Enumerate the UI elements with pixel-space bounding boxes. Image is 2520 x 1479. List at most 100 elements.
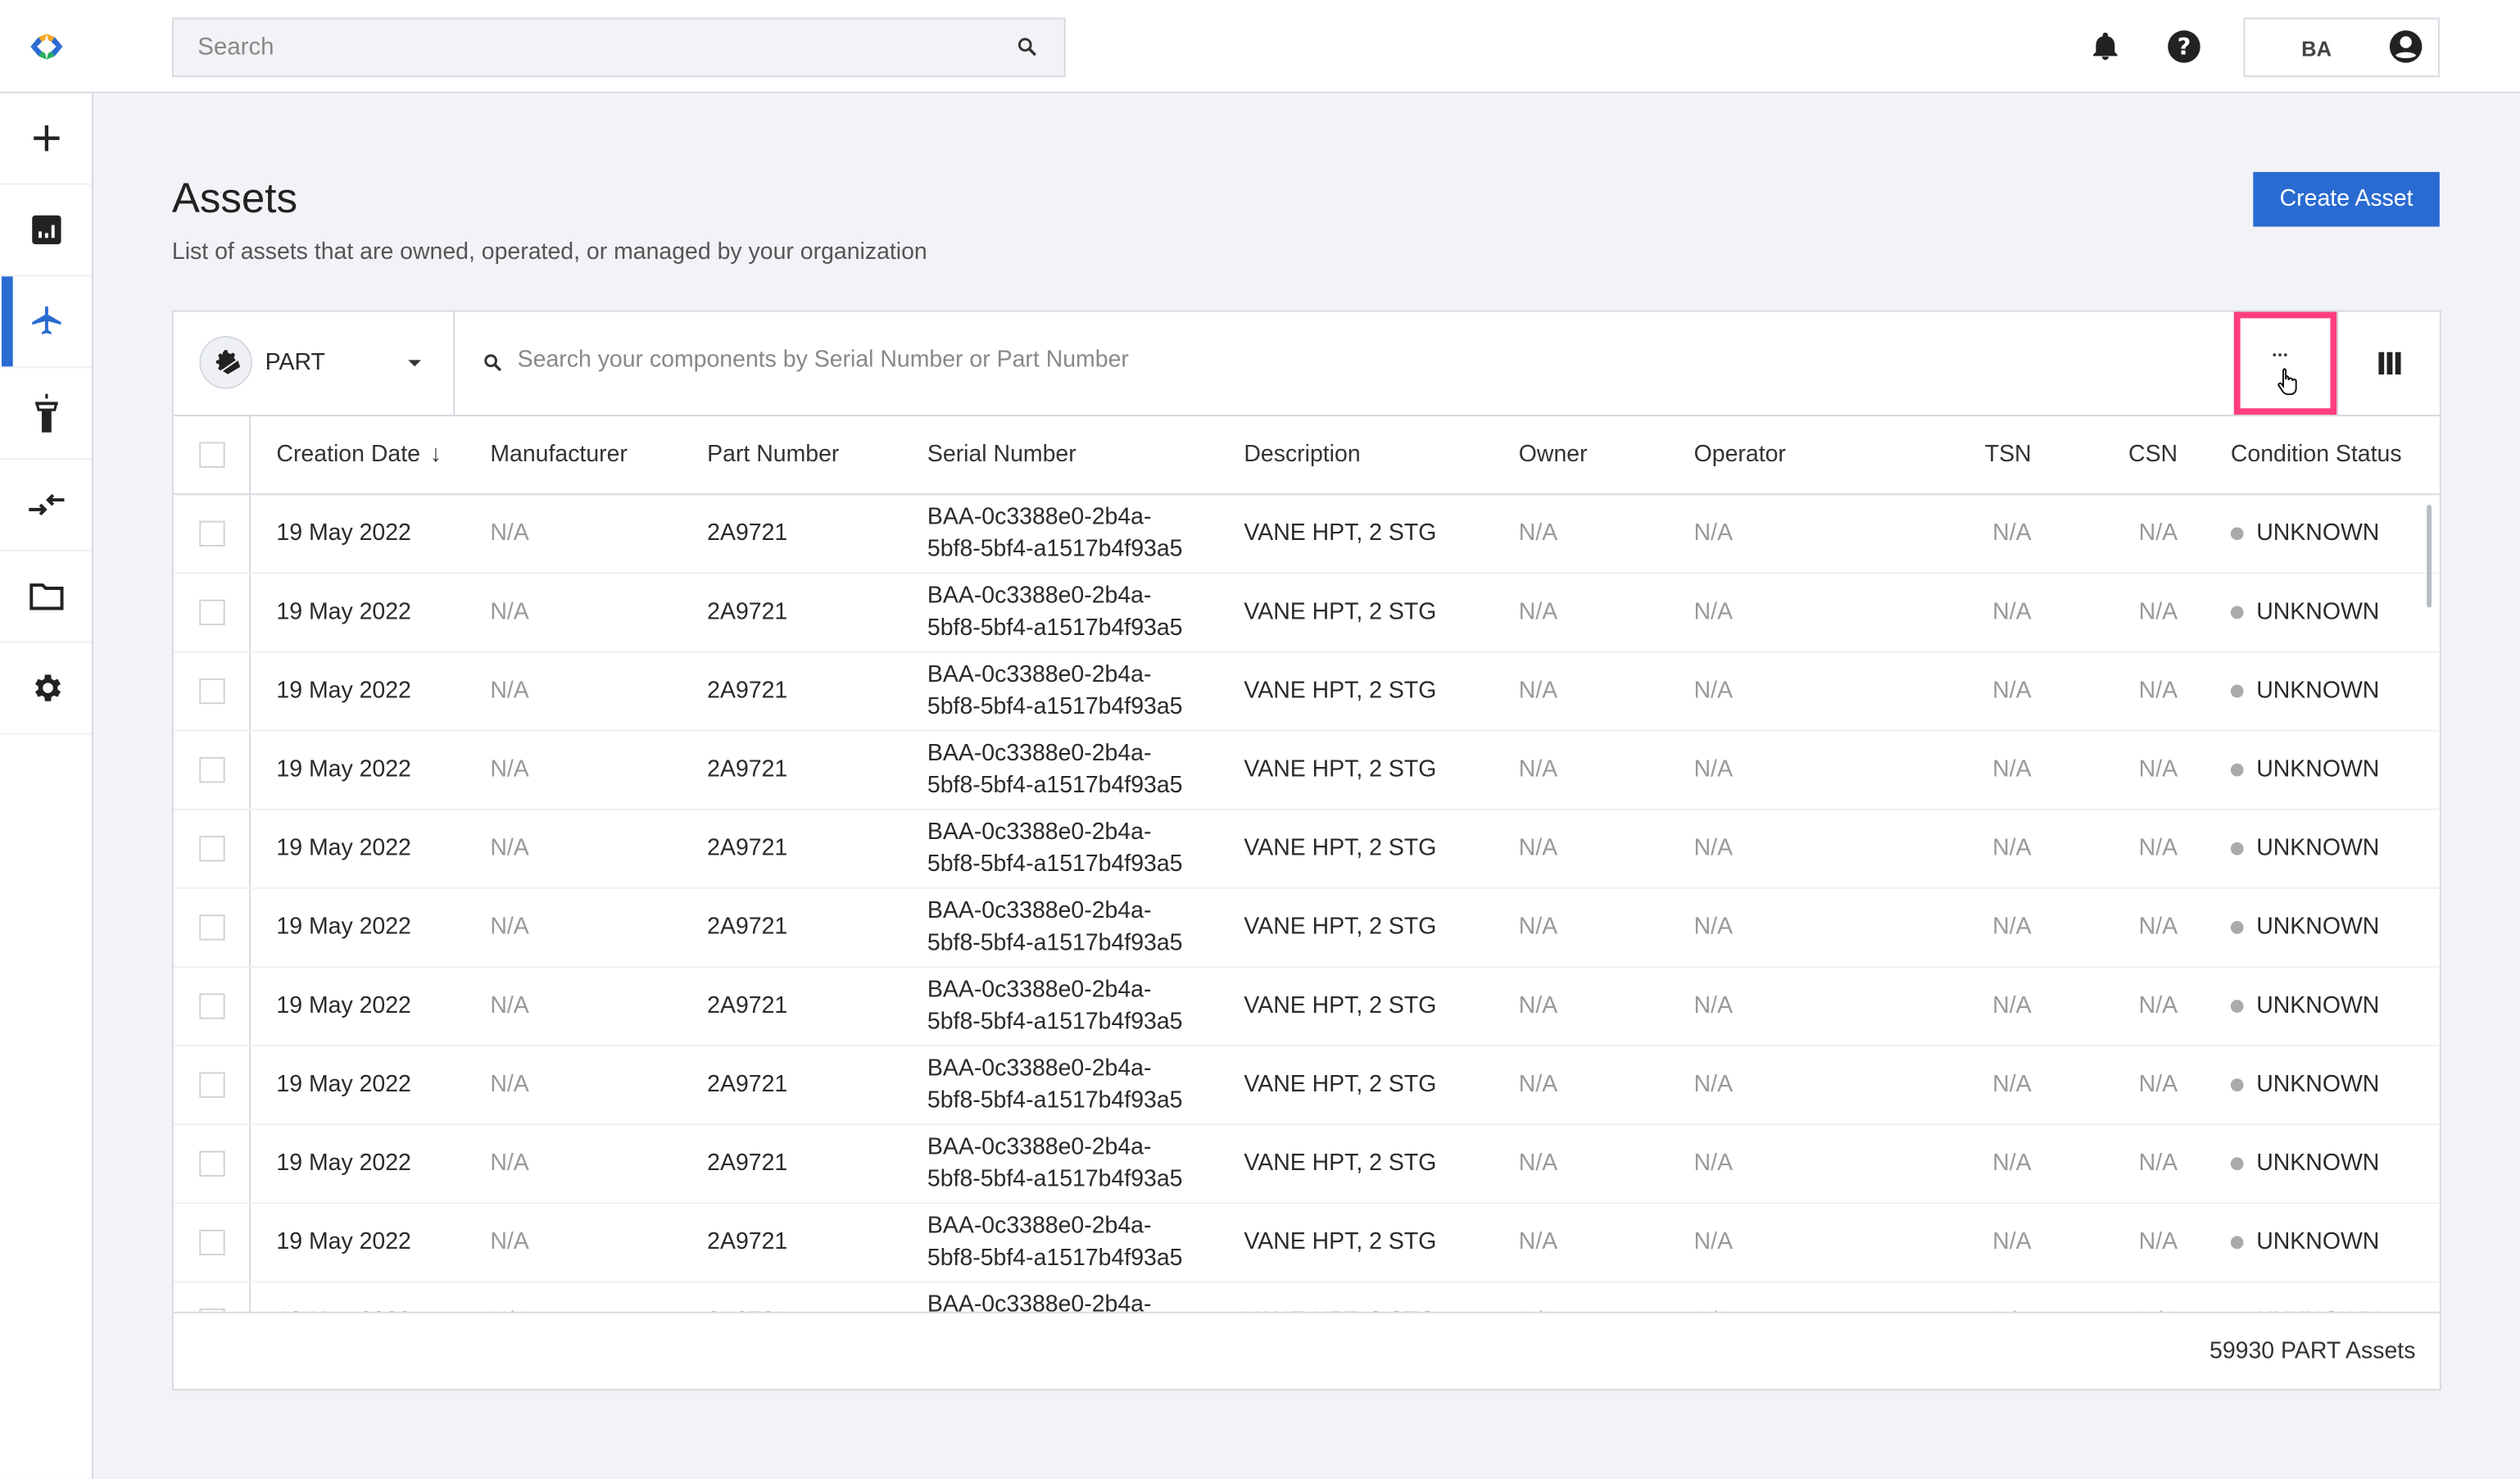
row-checkbox[interactable] <box>198 993 224 1019</box>
column-operator[interactable]: Operator <box>1694 416 1786 493</box>
row-checkbox[interactable] <box>198 599 224 626</box>
row-select-cell <box>174 1204 252 1282</box>
select-all-checkbox[interactable] <box>198 442 224 468</box>
serial-number: BAA-0c3388e0-2b4a- 5bf8-5bf4-a1517b4f93a5 <box>927 1046 1183 1123</box>
serial-line-2: 5bf8-5bf4-a1517b4f93a5 <box>927 615 1183 642</box>
sidebar-item-dashboard[interactable] <box>0 185 92 277</box>
row-checkbox[interactable] <box>198 520 224 547</box>
tsn: N/A <box>1992 1072 2032 1098</box>
operator: N/A <box>1693 520 1734 547</box>
sidebar-item-assets[interactable] <box>0 276 92 369</box>
create-asset-button[interactable]: Create Asset <box>2253 171 2440 227</box>
creation-date: 19 May 2022 <box>276 520 411 547</box>
svg-text:?: ? <box>2178 33 2191 61</box>
row-select-cell <box>174 574 252 651</box>
sidebar-item-add[interactable] <box>0 93 92 185</box>
sidebar-item-transfers[interactable] <box>0 460 92 551</box>
table-scrollbar[interactable] <box>2427 504 2432 608</box>
table-row[interactable]: 19 May 2022N/A2A9721BAA-0c3388e0-2b4a-5b… <box>173 1204 2440 1283</box>
table-row[interactable]: 19 May 2022N/A2A9721BAA-0c3388e0-2b4a-5b… <box>173 1125 2440 1205</box>
condition-status: UNKNOWN <box>2230 652 2379 729</box>
row-select-cell <box>174 731 252 809</box>
condition-status: UNKNOWN <box>2230 732 2379 809</box>
status-dot-icon <box>2230 1157 2244 1171</box>
table-row[interactable]: 19 May 2022N/A2A9721BAA-0c3388e0-2b4a-5b… <box>173 810 2440 889</box>
table-row[interactable]: 19 May 2022N/A2A9721BAA-0c3388e0-2b4a-5b… <box>173 888 2440 968</box>
status-label: UNKNOWN <box>2256 1150 2380 1177</box>
sort-arrow-down-icon: ↓ <box>429 442 442 468</box>
part-number: 2A9721 <box>707 993 788 1019</box>
operator: N/A <box>1694 1282 1733 1312</box>
manufacturer: N/A <box>490 1150 529 1177</box>
row-checkbox[interactable] <box>198 1229 224 1256</box>
serial-number: BAA-0c3388e0-2b4a- 5bf8-5bf4-a1517b4f93a5 <box>927 652 1183 729</box>
asset-type-select[interactable]: PART <box>174 311 456 415</box>
column-manufacturer[interactable]: Manufacturer <box>490 416 628 493</box>
column-owner[interactable]: Owner <box>1519 416 1588 493</box>
row-checkbox[interactable] <box>198 1072 224 1098</box>
component-search-input[interactable] <box>517 347 1965 374</box>
condition-status: UNKNOWN <box>2230 1204 2379 1281</box>
description: VANE HPT, 2 STG <box>1244 1229 1437 1256</box>
table-row[interactable]: 19 May 2022N/A2A9721BAA-0c3388e0-2b4a-5b… <box>173 495 2440 574</box>
assets-table: Creation Date ↓ Manufacturer Part Number … <box>173 416 2440 1312</box>
sidebar-item-settings[interactable] <box>0 643 92 735</box>
serial-line-1: BAA-0c3388e0-2b4a- <box>927 741 1152 767</box>
status-label: UNKNOWN <box>2256 914 2380 941</box>
user-initials: BA <box>2301 37 2332 61</box>
row-checkbox[interactable] <box>198 1150 224 1177</box>
manufacturer: N/A <box>490 599 529 626</box>
bell-icon[interactable] <box>2089 29 2121 72</box>
table-header: Creation Date ↓ Manufacturer Part Number … <box>173 416 2440 496</box>
serial-line-1: BAA-0c3388e0-2b4a- <box>927 1055 1152 1082</box>
creation-date: 19 May 2022 <box>276 1229 411 1256</box>
column-creation-date[interactable]: Creation Date ↓ <box>276 416 442 493</box>
column-csn[interactable]: CSN <box>2054 416 2178 493</box>
status-label: UNKNOWN <box>2256 836 2380 862</box>
table-row[interactable]: 19 May 2022N/A2A9721BAA-0c3388e0-2b4a-5b… <box>173 574 2440 653</box>
sidebar-item-airports[interactable] <box>0 368 92 460</box>
manufacturer: N/A <box>490 756 529 783</box>
status-dot-icon <box>2230 921 2244 934</box>
logo-icon[interactable] <box>27 27 66 66</box>
user-menu-button[interactable]: BA <box>2243 17 2440 78</box>
table-row[interactable]: 19 May 2022N/A2A9721BAA-0c3388e0-2b4a-5b… <box>174 1282 2440 1312</box>
column-condition-status[interactable]: Condition Status <box>2231 416 2402 493</box>
columns-button[interactable] <box>2336 311 2441 415</box>
table-row[interactable]: 19 May 2022N/A2A9721BAA-0c3388e0-2b4a-5b… <box>173 967 2440 1047</box>
row-checkbox[interactable] <box>198 914 224 941</box>
serial-line-2: 5bf8-5bf4-a1517b4f93a5 <box>927 1245 1183 1272</box>
tsn: N/A <box>1992 914 2032 941</box>
csn: N/A <box>2138 1229 2178 1256</box>
csn: N/A <box>2138 520 2178 547</box>
more-options-button[interactable]: ••• <box>2233 311 2337 415</box>
help-icon[interactable]: ? <box>2166 29 2201 72</box>
description: VANE HPT, 2 STG <box>1244 993 1437 1019</box>
global-search-input[interactable]: Search <box>171 17 1066 78</box>
sidebar-item-documents[interactable] <box>0 551 92 643</box>
row-checkbox[interactable] <box>198 836 224 862</box>
tsn: N/A <box>1992 1150 2032 1177</box>
table-row[interactable]: 19 May 2022N/A2A9721BAA-0c3388e0-2b4a-5b… <box>173 652 2440 732</box>
asset-count: 59930 PART Assets <box>2210 1339 2416 1365</box>
search-icon[interactable] <box>1016 35 1038 57</box>
manufacturer: N/A <box>490 678 529 705</box>
condition-status: UNKNOWN <box>2230 1046 2379 1123</box>
csn: N/A <box>2138 1072 2178 1098</box>
csn: N/A <box>2138 678 2178 705</box>
table-row[interactable]: 19 May 2022N/A2A9721BAA-0c3388e0-2b4a-5b… <box>173 731 2440 810</box>
row-select-cell <box>174 495 252 573</box>
description: VANE HPT, 2 STG <box>1244 1072 1437 1098</box>
plus-icon <box>33 125 59 152</box>
column-serial-number[interactable]: Serial Number <box>927 416 1076 493</box>
row-checkbox[interactable] <box>198 756 224 783</box>
column-tsn[interactable]: TSN <box>1909 416 2032 493</box>
column-part-number[interactable]: Part Number <box>707 416 839 493</box>
table-row[interactable]: 19 May 2022N/A2A9721BAA-0c3388e0-2b4a-5b… <box>173 1046 2440 1126</box>
row-checkbox[interactable] <box>198 678 224 705</box>
serial-line-1: BAA-0c3388e0-2b4a- <box>927 1134 1152 1161</box>
column-description[interactable]: Description <box>1244 416 1360 493</box>
csn: N/A <box>2138 993 2178 1019</box>
serial-line-2: 5bf8-5bf4-a1517b4f93a5 <box>927 930 1183 957</box>
description: VANE HPT, 2 STG <box>1244 678 1437 705</box>
